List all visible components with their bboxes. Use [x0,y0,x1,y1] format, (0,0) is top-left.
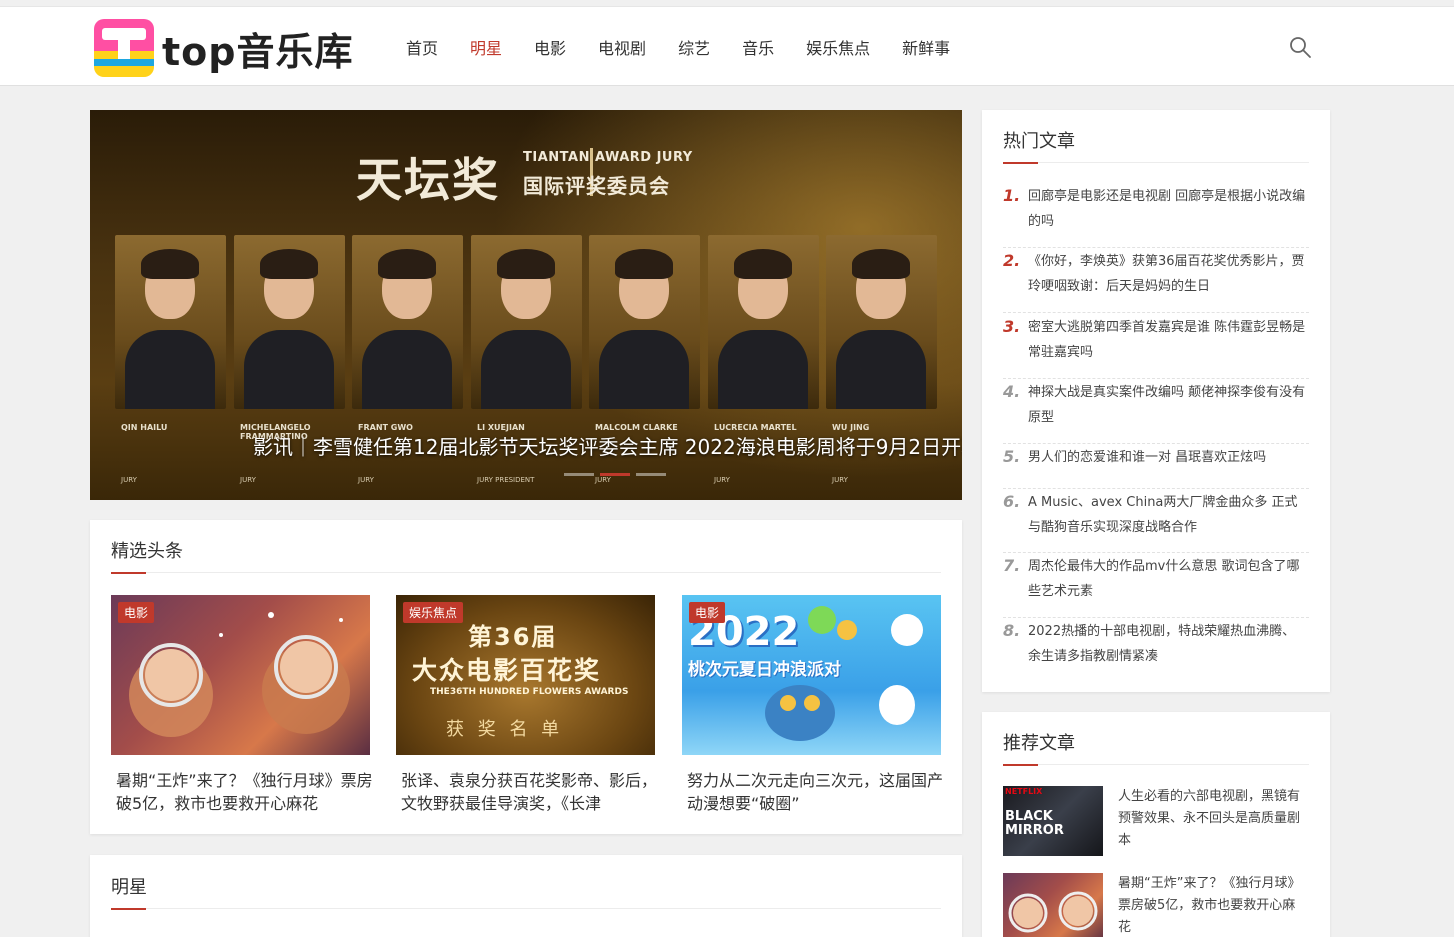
jury-name: QIN HAILU [121,423,168,432]
hot-article-title[interactable]: A Music、avex China两大厂牌金曲众多 正式与酷狗音乐实现深度战略… [1028,490,1306,540]
hot-articles-title: 热门文章 [1003,131,1075,152]
slider-dot-active[interactable] [600,473,630,476]
hot-article-rank: 5. [1003,447,1021,466]
recommended-item-title[interactable]: 人生必看的六部电视剧，黑镜有预警效果、永不回头是高质量剧本 [1118,786,1308,852]
slider-dot[interactable] [636,473,666,476]
slider-dot[interactable] [564,473,594,476]
t-music-logo-icon [94,19,154,77]
title-underline [1003,162,1038,164]
stars-card [90,855,962,937]
divider [111,572,941,573]
jury-portrait [826,235,937,409]
hot-article-item[interactable]: 7. 周杰伦最伟大的作品mv什么意思 歌词包含了哪些艺术元素 [1003,553,1309,618]
site-header: top音乐库 首页 明星 电影 电视剧 综艺 音乐 娱乐焦点 新鲜事 [0,6,1454,86]
divider [1003,764,1309,765]
recommended-title: 推荐文章 [1003,733,1075,754]
jury-role: JURY [595,476,611,484]
jury-role: JURY [832,476,848,484]
title-underline [1003,764,1038,766]
hot-article-item[interactable]: 5. 男人们的恋爱谁和谁一对 昌珉喜欢正炫吗 [1003,444,1309,489]
category-tag[interactable]: 娱乐焦点 [403,602,464,623]
divider [1003,162,1309,163]
thumb-text: 大众电影百花奖 [412,656,602,685]
hot-article-rank: 7. [1003,556,1021,575]
slider-dots [564,473,666,476]
title-underline [111,572,146,574]
featured-thumb-2[interactable]: 第36届 大众电影百花奖 THE36TH HUNDRED FLOWERS AWA… [396,595,655,755]
banner-title-cn: 天坛奖 [356,153,500,207]
hot-article-rank: 2. [1003,251,1021,270]
search-icon[interactable] [1288,35,1312,59]
jury-portrait [708,235,819,409]
jury-role: JURY [358,476,374,484]
hot-article-title[interactable]: 《你好，李焕英》获第36届百花奖优秀影片，贾玲哽咽致谢：后天是妈妈的生日 [1028,249,1306,299]
hot-article-rank: 4. [1003,382,1021,401]
jury-portrait [115,235,226,409]
logo-text: top音乐库 [162,29,354,74]
category-tag[interactable]: 电影 [118,602,155,623]
banner-caption[interactable]: 影讯｜李雪健任第12届北影节天坛奖评委会主席 2022海浪电影周将于9月2日开幕 [253,431,962,460]
jury-role: JURY PRESIDENT [477,476,535,484]
featured-thumb-1[interactable]: 电影 [111,595,370,755]
hot-article-rank: 3. [1003,317,1021,336]
jury-role: JURY [121,476,137,484]
nav-item-focus[interactable]: 娱乐焦点 [790,35,886,59]
main-nav: 首页 明星 电影 电视剧 综艺 音乐 娱乐焦点 新鲜事 [390,7,966,87]
featured-item-title[interactable]: 张译、袁泉分获百花奖影帝、影后，文牧野获最佳导演奖，《长津 [401,769,660,815]
thumb-text: THE36TH HUNDRED FLOWERS AWARDS [430,687,629,697]
nav-item-movies[interactable]: 电影 [518,35,582,59]
divider [111,908,941,909]
thumb-text: BLACK MIRROR [1005,809,1064,838]
banner-slider[interactable]: 天坛奖 TIANTAN AWARD JURY 国际评奖委员会 QIN HAILU… [90,110,962,500]
hot-article-item[interactable]: 8. 2022热播的十部电视剧，特战荣耀热血沸腾、余生请多指教剧情紧凑 [1003,618,1309,683]
hot-article-title[interactable]: 男人们的恋爱谁和谁一对 昌珉喜欢正炫吗 [1028,445,1306,470]
featured-thumb-3[interactable]: 2022 桃次元夏日冲浪派对 电影 [682,595,941,755]
jury-role: JURY [240,476,256,484]
hot-article-title[interactable]: 回廊亭是电影还是电视剧 回廊亭是根据小说改编的吗 [1028,184,1306,234]
hot-article-item[interactable]: 2. 《你好，李焕英》获第36届百花奖优秀影片，贾玲哽咽致谢：后天是妈妈的生日 [1003,248,1309,313]
hot-article-title[interactable]: 2022热播的十部电视剧，特战荣耀热血沸腾、余生请多指教剧情紧凑 [1028,619,1306,669]
recommended-thumb-1[interactable]: NETFLIX BLACK MIRROR [1003,786,1103,856]
site-logo[interactable]: top音乐库 [94,18,353,78]
hot-article-item[interactable]: 3. 密室大逃脱第四季首发嘉宾是谁 陈伟霆彭昱畅是常驻嘉宾吗 [1003,314,1309,379]
hot-article-rank: 8. [1003,621,1021,640]
recommended-thumb-2[interactable] [1003,873,1103,937]
hot-article-title[interactable]: 周杰伦最伟大的作品mv什么意思 歌词包含了哪些艺术元素 [1028,554,1306,604]
hot-article-rank: 1. [1003,186,1021,205]
hot-article-title[interactable]: 神探大战是真实案件改编吗 颠佬神探李俊有没有原型 [1028,380,1306,430]
nav-item-stars[interactable]: 明星 [454,35,518,59]
jury-portrait [589,235,700,409]
recommended-item-title[interactable]: 暑期“王炸”来了？《独行月球》票房破5亿，救市也要救开心麻花 [1118,873,1308,937]
jury-portrait [352,235,463,409]
banner-subtitle-cn: 国际评奖委员会 [523,174,670,198]
nav-item-news[interactable]: 新鲜事 [886,35,966,59]
nav-item-tv[interactable]: 电视剧 [582,35,662,59]
title-underline [111,908,146,910]
hot-article-item[interactable]: 1. 回廊亭是电影还是电视剧 回廊亭是根据小说改编的吗 [1003,183,1309,248]
featured-title: 精选头条 [111,541,183,562]
nav-item-variety[interactable]: 综艺 [662,35,726,59]
jury-portrait [234,235,345,409]
featured-item-title[interactable]: 努力从二次元走向三次元，这届国产动漫想要“破圈” [687,769,946,815]
featured-item-title[interactable]: 暑期“王炸”来了？《独行月球》票房破5亿，救市也要救开心麻花 [116,769,375,815]
nav-item-music[interactable]: 音乐 [726,35,790,59]
hot-article-item[interactable]: 6. A Music、avex China两大厂牌金曲众多 正式与酷狗音乐实现深度… [1003,489,1309,553]
jury-role: JURY [714,476,730,484]
thumb-text: 第36届 [468,623,558,651]
astronauts-illustration [1008,891,1098,933]
category-tag[interactable]: 电影 [689,602,726,623]
hot-article-rank: 6. [1003,492,1021,511]
thumb-text: 获 奖 名 单 [446,719,564,740]
banner-title-en: TIANTAN AWARD JURY [523,150,693,165]
hot-article-title[interactable]: 密室大逃脱第四季首发嘉宾是谁 陈伟霆彭昱畅是常驻嘉宾吗 [1028,315,1306,365]
nav-item-home[interactable]: 首页 [390,35,454,59]
thumb-text: NETFLIX [1005,787,1043,796]
jury-portrait [471,235,582,409]
hot-article-item[interactable]: 4. 神探大战是真实案件改编吗 颠佬神探李俊有没有原型 [1003,379,1309,444]
stars-section-title: 明星 [111,877,147,898]
